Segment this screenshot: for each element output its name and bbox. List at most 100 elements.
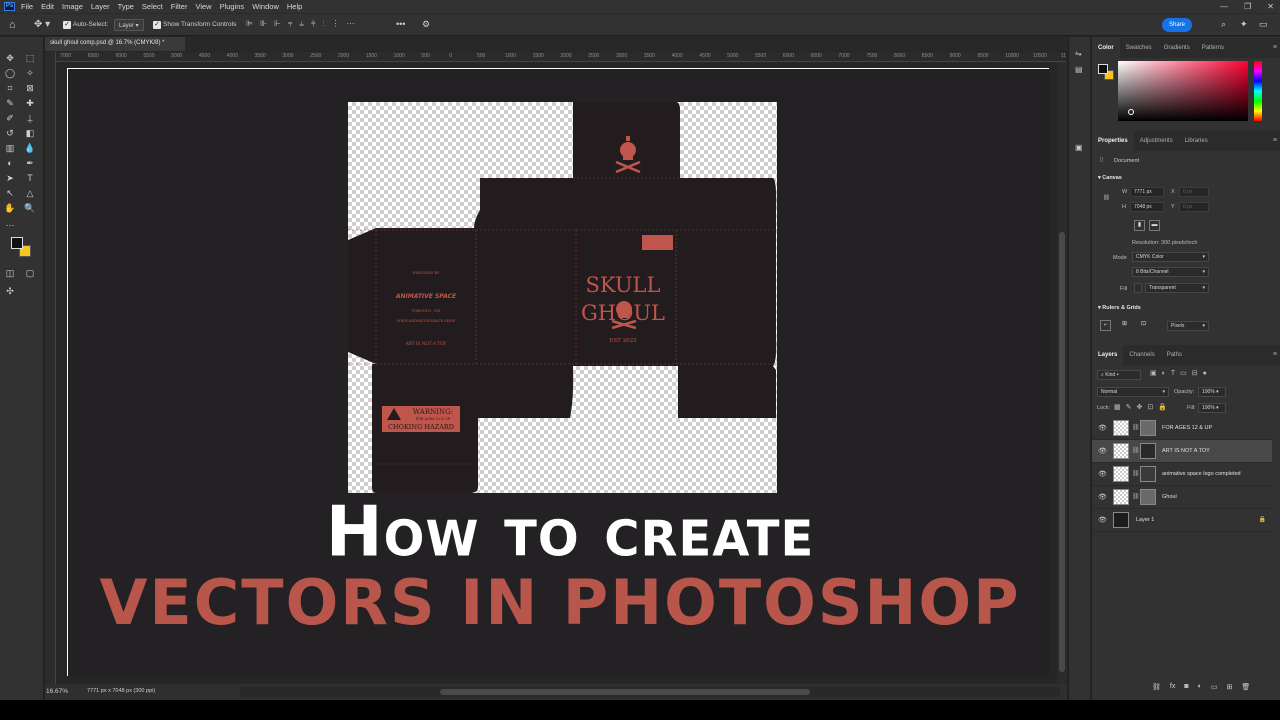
align-left-icon[interactable]: ⊫ [246,19,253,29]
portrait-icon[interactable]: ▮ [1134,220,1145,231]
tab-patterns[interactable]: Patterns [1196,38,1230,58]
width-field[interactable]: 7771 px [1130,187,1164,197]
layer-row[interactable]: 👁 Layer 1 🔒 [1092,509,1272,532]
pen-icon[interactable]: ✒ [23,157,37,170]
blend-mode-dropdown[interactable]: Normal ▾ [1097,387,1169,397]
link-layers-icon[interactable]: ⛓ [1152,683,1161,691]
lock-icons[interactable]: ▦✎✥⊡🔒 [1114,403,1172,411]
horizontal-scrollbar[interactable] [240,687,1060,697]
restore-button[interactable]: ❐ [1244,2,1251,11]
move-icon[interactable]: ✥ [3,52,17,65]
layer-filter-icons[interactable]: ▣◐T▭⊟● [1150,369,1212,377]
gradient-icon[interactable]: ▥ [3,142,17,155]
x-field[interactable]: 0 px [1179,187,1209,197]
kind-filter-dropdown[interactable]: ⌕ Kind ▾ [1097,370,1141,380]
layer-name[interactable]: Layer 1 [1136,517,1154,523]
vertical-scrollbar[interactable] [1057,62,1067,684]
history-brush-icon[interactable]: ↺ [3,127,17,140]
tab-gradients[interactable]: Gradients [1158,38,1196,58]
menu-plugins[interactable]: Plugins [220,2,245,11]
stamp-icon[interactable]: ⍊ [23,112,37,125]
photoshop-logo-icon[interactable]: Ps [4,2,15,11]
brush-icon[interactable]: ✐ [3,112,17,125]
layer-name[interactable]: ART IS NOT A TOY [1162,448,1210,454]
menu-image[interactable]: Image [62,2,83,11]
landscape-icon[interactable]: ▬ [1149,220,1160,231]
align-right-icon[interactable]: ⊩ [274,19,281,29]
tab-swatches[interactable]: Swatches [1120,38,1158,58]
layer-name[interactable]: FOR AGES 12 & UP [1162,425,1212,431]
visibility-eye-icon[interactable]: 👁 [1098,424,1107,432]
vertical-scroll-thumb[interactable] [1059,232,1065,672]
auto-select-target-dropdown[interactable]: Layer ▾ [114,19,144,31]
shape-icon[interactable]: △ [23,187,37,200]
healing-icon[interactable]: ✚ [23,97,37,110]
tab-paths[interactable]: Paths [1161,345,1188,365]
rulers-grids-section-header[interactable]: ▾ Rulers & Grids [1098,305,1141,311]
menu-select[interactable]: Select [142,2,163,11]
group-folder-icon[interactable]: ▭ [1211,683,1218,691]
tab-layers[interactable]: Layers [1092,345,1124,365]
y-field[interactable]: 0 px [1179,202,1209,212]
fill-swatch[interactable] [1134,283,1142,293]
layer-mask-thumbnail[interactable] [1140,420,1156,436]
layer-row[interactable]: 👁 ⛓ FOR AGES 12 & UP [1092,417,1272,440]
menu-file[interactable]: File [21,2,33,11]
share-button[interactable]: Share [1162,18,1192,32]
gear-icon[interactable]: ⚙ [422,19,430,30]
layer-row-selected[interactable]: 👁 ⛓ ART IS NOT A TOY [1092,440,1272,463]
canvas-section-header[interactable]: ▾ Canvas [1098,175,1122,181]
search-icon[interactable]: ⌕ [1221,19,1226,30]
bit-depth-dropdown[interactable]: 8 Bits/Channel ▾ [1132,267,1209,277]
comments-panel-icon[interactable]: ▤ [1075,65,1083,74]
mode-dropdown[interactable]: CMYK Color ▾ [1132,252,1209,262]
artboard-icon[interactable]: ⬚ [23,52,37,65]
direct-select-icon[interactable]: ↖ [3,187,17,200]
guides-icon[interactable]: ⊡ [1138,320,1149,331]
hue-slider[interactable] [1254,61,1262,121]
color-picker-cursor[interactable] [1128,109,1134,115]
layer-mask-thumbnail[interactable] [1140,443,1156,459]
auto-select-checkbox[interactable]: ✓ [63,21,71,29]
tab-properties[interactable]: Properties [1092,131,1134,151]
more-options-button[interactable]: ••• [396,19,405,29]
panel-menu-icon[interactable]: ≡ [1273,44,1277,51]
paragraph-panel-icon[interactable]: ▣ [1075,143,1083,152]
horizontal-scroll-thumb[interactable] [440,689,810,695]
distribute-h-icon[interactable]: ⋯ [347,19,355,29]
properties-menu-icon[interactable]: ≡ [1273,137,1277,144]
crop-icon[interactable]: ⌗ [3,82,17,95]
visibility-eye-icon[interactable]: 👁 [1098,470,1107,478]
lock-icon[interactable]: 🔒 [1259,516,1266,523]
layer-mask-thumbnail[interactable] [1140,489,1156,505]
generative-icon[interactable]: ✣ [3,285,17,298]
layer-mask-thumbnail[interactable] [1140,466,1156,482]
menu-layer[interactable]: Layer [91,2,110,11]
path-select-icon[interactable]: ➤ [3,172,17,185]
visibility-eye-icon[interactable]: 👁 [1098,516,1107,524]
distribute-icon[interactable]: ⫶ [323,19,325,29]
workspace-icon[interactable]: ▭ [1259,19,1268,30]
height-field[interactable]: 7048 px [1130,202,1164,212]
tab-adjustments[interactable]: Adjustments [1134,131,1179,151]
tab-channels[interactable]: Channels [1123,345,1160,365]
zoom-level[interactable]: 16.67% [46,688,68,695]
history-panel-icon[interactable]: ⇋ [1075,49,1082,58]
home-icon[interactable]: ⌂ [9,19,16,31]
layer-name[interactable]: Ghoul [1162,494,1177,500]
menu-window[interactable]: Window [252,2,279,11]
align-hcenter-icon[interactable]: ⊪ [260,19,267,29]
align-bottom-icon[interactable]: ⫩ [311,19,316,29]
box-dieline-artwork[interactable]: SKULL GHOUL EST 2025 DESIGNED BY ANIMATI… [348,102,777,493]
close-button[interactable]: ✕ [1267,2,1274,11]
color-picker-field[interactable] [1118,61,1248,121]
units-dropdown[interactable]: Pixels ▾ [1167,321,1209,331]
new-layer-icon[interactable]: ⊞ [1226,683,1232,691]
visibility-eye-icon[interactable]: 👁 [1098,493,1107,501]
align-top-icon[interactable]: ⫧ [288,19,293,29]
magic-wand-icon[interactable]: ✧ [23,67,37,80]
eyedropper-icon[interactable]: ✎ [3,97,17,110]
trash-icon[interactable]: 🗑 [1241,683,1250,691]
menu-view[interactable]: View [195,2,211,11]
document-tab[interactable]: skull ghoul comp.psd @ 16.7% (CMYK/8) * [45,37,185,51]
